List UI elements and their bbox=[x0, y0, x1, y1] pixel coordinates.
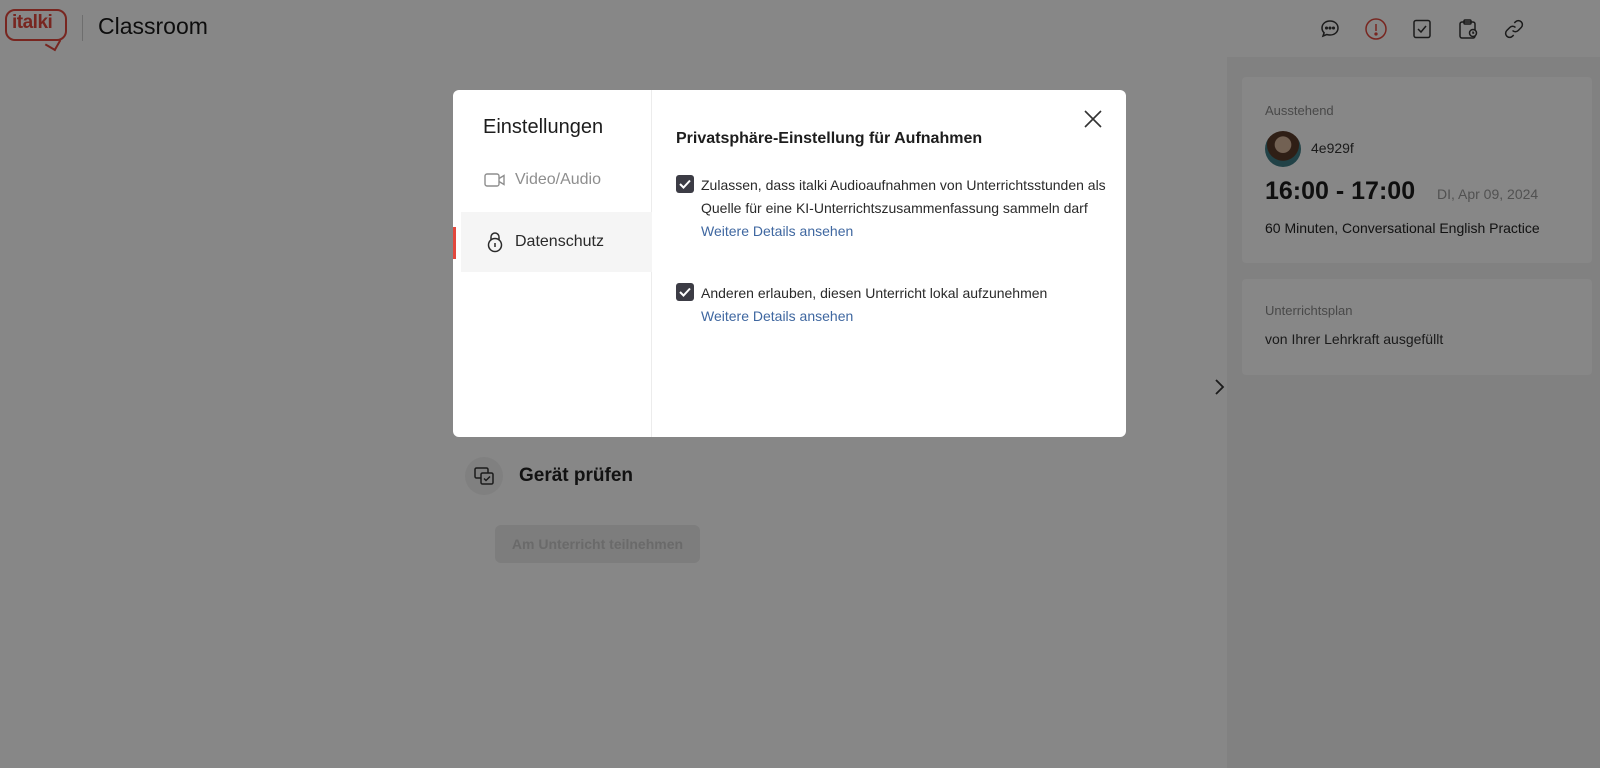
local-recording-label: Anderen erlauben, diesen Unterricht loka… bbox=[701, 285, 1048, 301]
settings-content: Privatsphäre-Einstellung für Aufnahmen Z… bbox=[652, 90, 1126, 437]
settings-nav-video-audio[interactable]: Video/Audio bbox=[461, 150, 652, 210]
settings-nav-video-audio-label: Video/Audio bbox=[515, 171, 601, 188]
local-recording-checkbox[interactable] bbox=[676, 283, 694, 301]
ai-audio-recording-checkbox[interactable] bbox=[676, 175, 694, 193]
local-recording-text: Anderen erlauben, diesen Unterricht loka… bbox=[701, 282, 1106, 328]
local-recording-details-link[interactable]: Weitere Details ansehen bbox=[701, 305, 1106, 328]
checkmark-icon bbox=[679, 287, 691, 297]
video-camera-icon bbox=[484, 169, 506, 191]
settings-sidebar: Einstellungen Video/Audio Datenschutz bbox=[453, 90, 652, 437]
lock-icon bbox=[484, 231, 506, 253]
settings-title: Einstellungen bbox=[483, 116, 604, 138]
ai-audio-recording-text: Zulassen, dass italki Audioaufnahmen von… bbox=[701, 174, 1106, 243]
checkmark-icon bbox=[679, 179, 691, 189]
settings-modal: Einstellungen Video/Audio Datenschutz Pr… bbox=[453, 90, 1126, 437]
ai-audio-details-link[interactable]: Weitere Details ansehen bbox=[701, 220, 1106, 243]
active-nav-indicator bbox=[453, 227, 456, 259]
close-button[interactable] bbox=[1080, 106, 1106, 132]
close-icon bbox=[1084, 110, 1102, 128]
settings-nav-privacy-label: Datenschutz bbox=[515, 233, 604, 250]
ai-audio-recording-label: Zulassen, dass italki Audioaufnahmen von… bbox=[701, 177, 1106, 216]
privacy-section-title: Privatsphäre-Einstellung für Aufnahmen bbox=[676, 130, 983, 147]
settings-nav-privacy[interactable]: Datenschutz bbox=[461, 212, 652, 272]
